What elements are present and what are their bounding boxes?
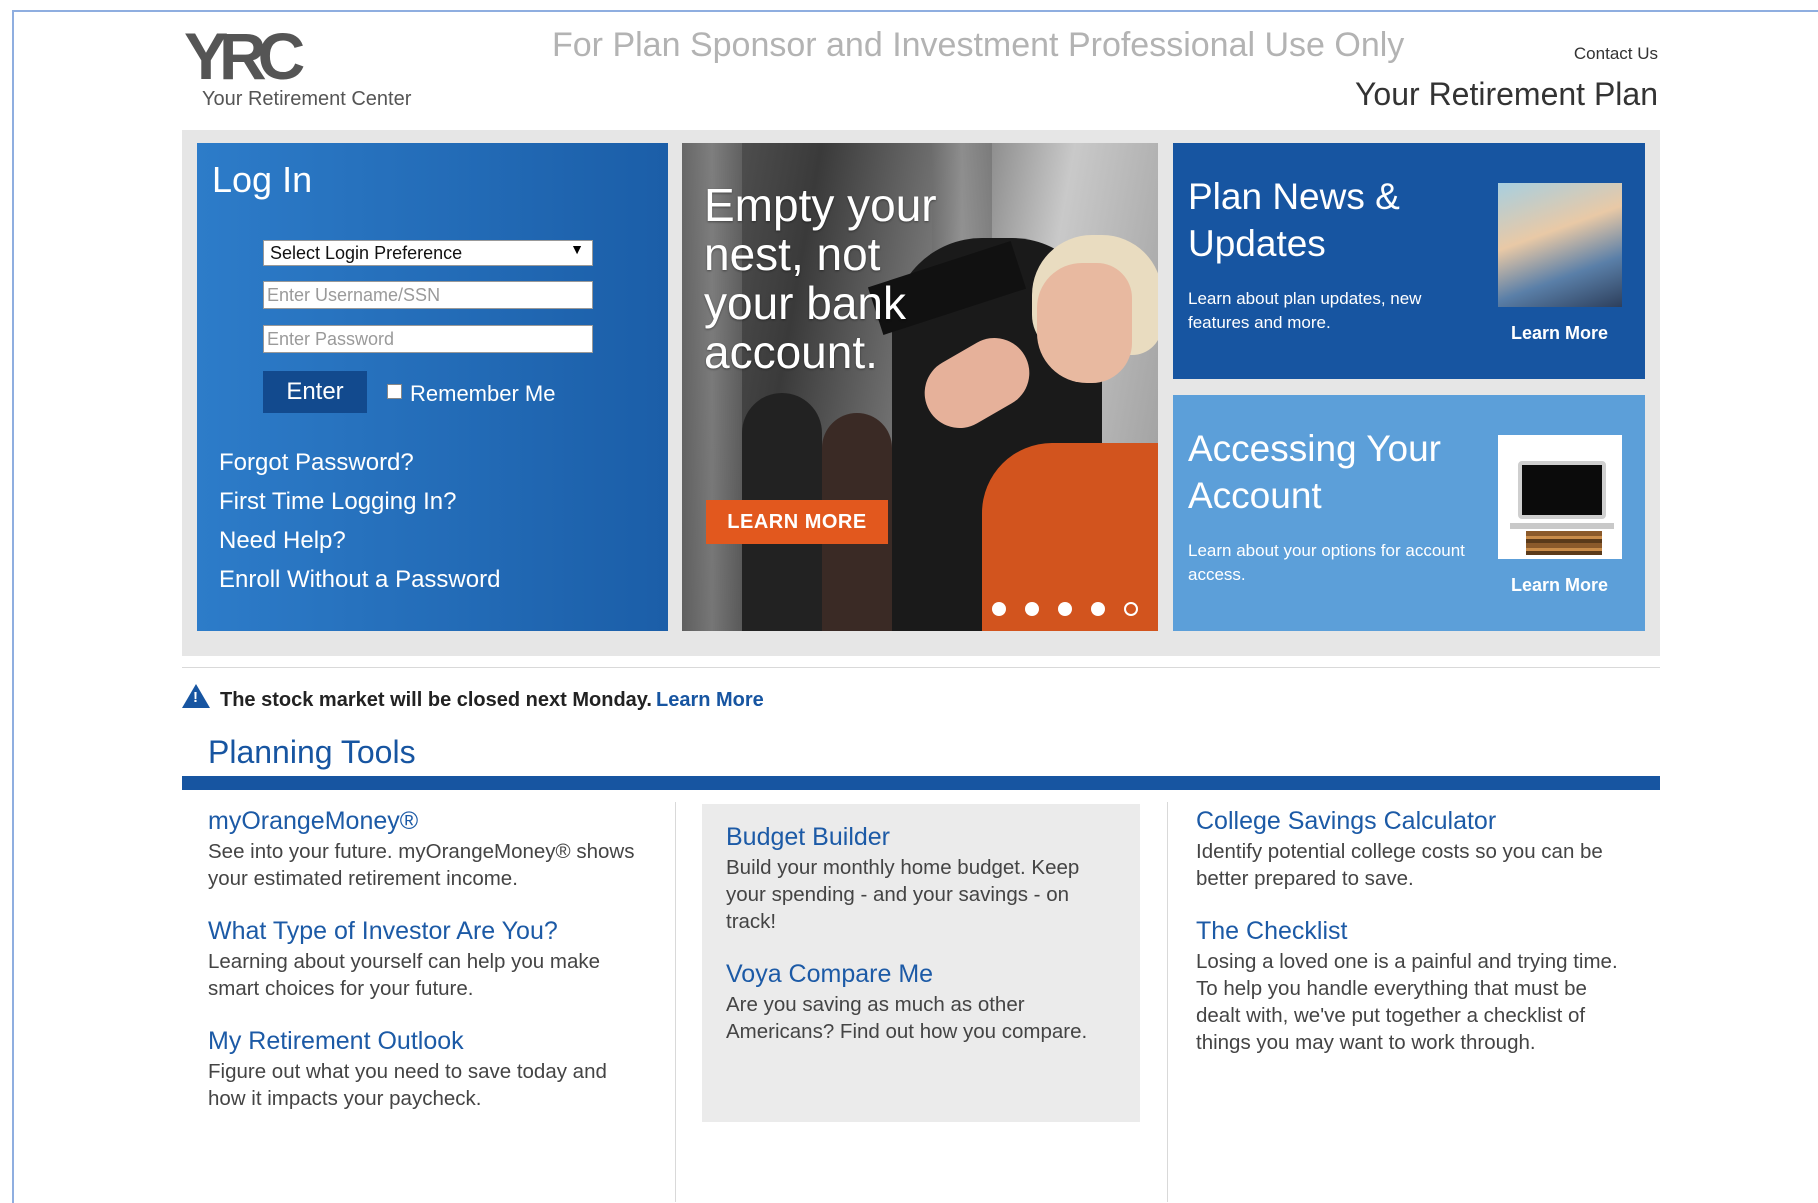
tool-description: Figure out what you need to save today a… <box>208 1060 607 1110</box>
yrc-logo[interactable]: YRC Your Retirement Center <box>184 22 424 122</box>
retirement-outlook-link[interactable]: My Retirement Outlook <box>208 1024 648 1058</box>
planning-column-2: Budget Builder Build your monthly home b… <box>702 804 1140 1122</box>
tool-description: Are you saving as much as other American… <box>726 993 1088 1043</box>
column-separator <box>675 802 676 1202</box>
forgot-password-link[interactable]: Forgot Password? <box>219 443 500 482</box>
carousel-dots <box>992 602 1157 618</box>
need-help-link[interactable]: Need Help? <box>219 521 500 560</box>
tool-item: College Savings Calculator Identify pote… <box>1196 804 1636 892</box>
planning-column-3: College Savings Calculator Identify pote… <box>1196 804 1636 1078</box>
voya-compare-me-link[interactable]: Voya Compare Me <box>726 957 1116 991</box>
investor-type-link[interactable]: What Type of Investor Are You? <box>208 914 648 948</box>
family-photo <box>1498 183 1622 307</box>
promo-banner[interactable]: Empty your nest, not your bank account. … <box>682 143 1158 631</box>
window-border-left <box>12 10 14 1203</box>
laptop-base <box>1510 523 1614 529</box>
tool-description: See into your future. myOrangeMoney® sho… <box>208 840 635 890</box>
remember-me-checkbox[interactable] <box>387 384 402 399</box>
tool-description: Build your monthly home budget. Keep you… <box>726 856 1080 933</box>
market-notice: ! The stock market will be closed next Mo… <box>182 684 764 712</box>
remember-me[interactable]: Remember Me <box>387 381 555 407</box>
plan-news-learn-more-link[interactable]: Learn More <box>1511 323 1608 344</box>
accessing-account-title: Accessing Your Account <box>1188 428 1442 516</box>
accessing-account-learn-more-link[interactable]: Learn More <box>1511 575 1608 596</box>
login-preference-value: Select Login Preference <box>270 243 463 263</box>
tool-item: Voya Compare Me Are you saving as much a… <box>726 957 1116 1045</box>
banner-headline: Empty your nest, not your bank account. <box>704 179 937 378</box>
myorangemoney-link[interactable]: myOrangeMoney® <box>208 804 648 838</box>
checklist-link[interactable]: The Checklist <box>1196 914 1636 948</box>
carousel-dot-5[interactable] <box>1124 602 1138 616</box>
banner-learn-more-button[interactable]: LEARN MORE <box>706 500 888 544</box>
tool-item: Budget Builder Build your monthly home b… <box>726 820 1116 935</box>
login-title: Log In <box>212 159 313 200</box>
login-panel: Log In Select Login Preference ▼ Enter R… <box>197 143 668 631</box>
login-links: Forgot Password? First Time Logging In? … <box>219 443 500 599</box>
section-divider <box>182 667 1660 668</box>
tool-description: Identify potential college costs so you … <box>1196 840 1603 890</box>
dropdown-arrow-icon: ▼ <box>570 241 584 257</box>
budget-builder-link[interactable]: Budget Builder <box>726 820 1116 854</box>
site-header: YRC Your Retirement Center For Plan Spon… <box>182 12 1660 130</box>
carousel-dot-3[interactable] <box>1058 602 1072 616</box>
enter-button[interactable]: Enter <box>263 371 367 413</box>
planning-tools-bar <box>182 776 1660 790</box>
logo-subtitle: Your Retirement Center <box>202 88 412 110</box>
accessing-account-tile[interactable]: Accessing Your Account Learn about your … <box>1173 395 1645 631</box>
laptop-photo <box>1498 435 1622 559</box>
enroll-without-password-link[interactable]: Enroll Without a Password <box>219 560 500 599</box>
banner-mother-face <box>1037 263 1132 383</box>
audience-tagline: For Plan Sponsor and Investment Professi… <box>552 26 1405 64</box>
carousel-dot-1[interactable] <box>992 602 1006 616</box>
notice-text: The stock market will be closed next Mon… <box>220 689 652 711</box>
carousel-dot-4[interactable] <box>1091 602 1105 616</box>
plan-news-tile[interactable]: Plan News & Updates Learn about plan upd… <box>1173 143 1645 379</box>
book-stack <box>1526 531 1602 555</box>
planning-tools-title: Planning Tools <box>208 734 416 770</box>
laptop-screen <box>1518 461 1606 519</box>
tool-description: Losing a loved one is a painful and tryi… <box>1196 950 1618 1054</box>
tool-item: The Checklist Losing a loved one is a pa… <box>1196 914 1636 1056</box>
tool-item: My Retirement Outlook Figure out what yo… <box>208 1024 648 1112</box>
tool-item: What Type of Investor Are You? Learning … <box>208 914 648 1002</box>
carousel-dot-2[interactable] <box>1025 602 1039 616</box>
contact-us-link[interactable]: Contact Us <box>1574 44 1658 64</box>
planning-column-1: myOrangeMoney® See into your future. myO… <box>208 804 648 1134</box>
plan-news-text: Learn about plan updates, new features a… <box>1188 289 1422 332</box>
password-input[interactable] <box>263 325 593 353</box>
warning-icon: ! <box>182 684 210 708</box>
tool-item: myOrangeMoney® See into your future. myO… <box>208 804 648 892</box>
username-input[interactable] <box>263 281 593 309</box>
column-separator <box>1167 802 1168 1202</box>
plan-title: Your Retirement Plan <box>1355 76 1658 112</box>
plan-news-title: Plan News & Updates <box>1188 176 1400 264</box>
accessing-account-text: Learn about your options for account acc… <box>1188 541 1465 584</box>
first-time-login-link[interactable]: First Time Logging In? <box>219 482 500 521</box>
tool-description: Learning about yourself can help you mak… <box>208 950 601 1000</box>
hero-section: Log In Select Login Preference ▼ Enter R… <box>182 130 1660 656</box>
notice-learn-more-link[interactable]: Learn More <box>656 689 764 711</box>
remember-me-label: Remember Me <box>410 381 556 406</box>
logo-mark: YRC <box>184 19 305 93</box>
page-container: YRC Your Retirement Center For Plan Spon… <box>182 12 1660 1203</box>
college-savings-calculator-link[interactable]: College Savings Calculator <box>1196 804 1636 838</box>
login-preference-select[interactable]: Select Login Preference ▼ <box>263 240 593 266</box>
